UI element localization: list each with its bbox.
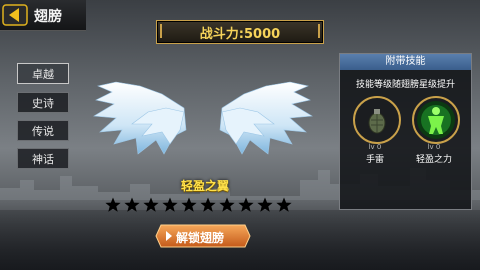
- star-icon: [238, 197, 254, 212]
- star-icon: [219, 197, 235, 212]
- star-icon: [143, 197, 159, 212]
- skill-level: lv 0: [368, 143, 382, 151]
- skill-name: 手雷: [365, 155, 384, 165]
- skill-slot-grenade[interactable]: [353, 96, 401, 144]
- tab-label: 神话: [32, 152, 54, 166]
- wing-name: 轻盈之翼: [180, 179, 229, 193]
- skill-panel: 附带技能 技能等级随翅膀星级提升 lv 0 手雷 lv 0 轻盈之力: [339, 53, 472, 210]
- star-icon: [257, 197, 273, 212]
- unlock-wings-label: 解锁翅膀: [176, 231, 225, 245]
- skill-panel-description: 技能等级随翅膀星级提升: [355, 80, 455, 90]
- star-icon: [162, 197, 178, 212]
- skill-name: 轻盈之力: [415, 155, 452, 165]
- star-icon: [200, 197, 216, 212]
- tab-label: 传说: [32, 124, 54, 138]
- tab-excellent[interactable]: 卓越: [17, 63, 69, 84]
- green-aura-figure-icon: [417, 101, 455, 139]
- back-arrow-icon[interactable]: [2, 3, 28, 27]
- tab-epic[interactable]: 史诗: [17, 92, 69, 113]
- tab-label: 史诗: [32, 96, 54, 110]
- combat-power-text: 战斗力:5000: [199, 26, 281, 42]
- skill-panel-title: 附带技能: [340, 54, 471, 70]
- star-icon: [124, 197, 140, 212]
- wing-model-preview: [93, 81, 313, 155]
- star-icon: [105, 197, 121, 212]
- star-rating: [105, 197, 305, 215]
- tab-label: 卓越: [32, 67, 54, 81]
- star-icon: [181, 197, 197, 212]
- star-icon: [276, 197, 292, 212]
- tab-legendary[interactable]: 传说: [17, 120, 69, 141]
- combat-power-display: 战斗力:5000: [156, 20, 324, 44]
- skill-level: lv 0: [427, 143, 441, 151]
- skill-slot-lightness-power[interactable]: [412, 96, 460, 144]
- grenade-icon: [368, 109, 386, 134]
- page-title: 翅膀: [34, 9, 62, 25]
- tab-mythic[interactable]: 神话: [17, 148, 69, 169]
- top-bar: 翅膀: [0, 0, 86, 31]
